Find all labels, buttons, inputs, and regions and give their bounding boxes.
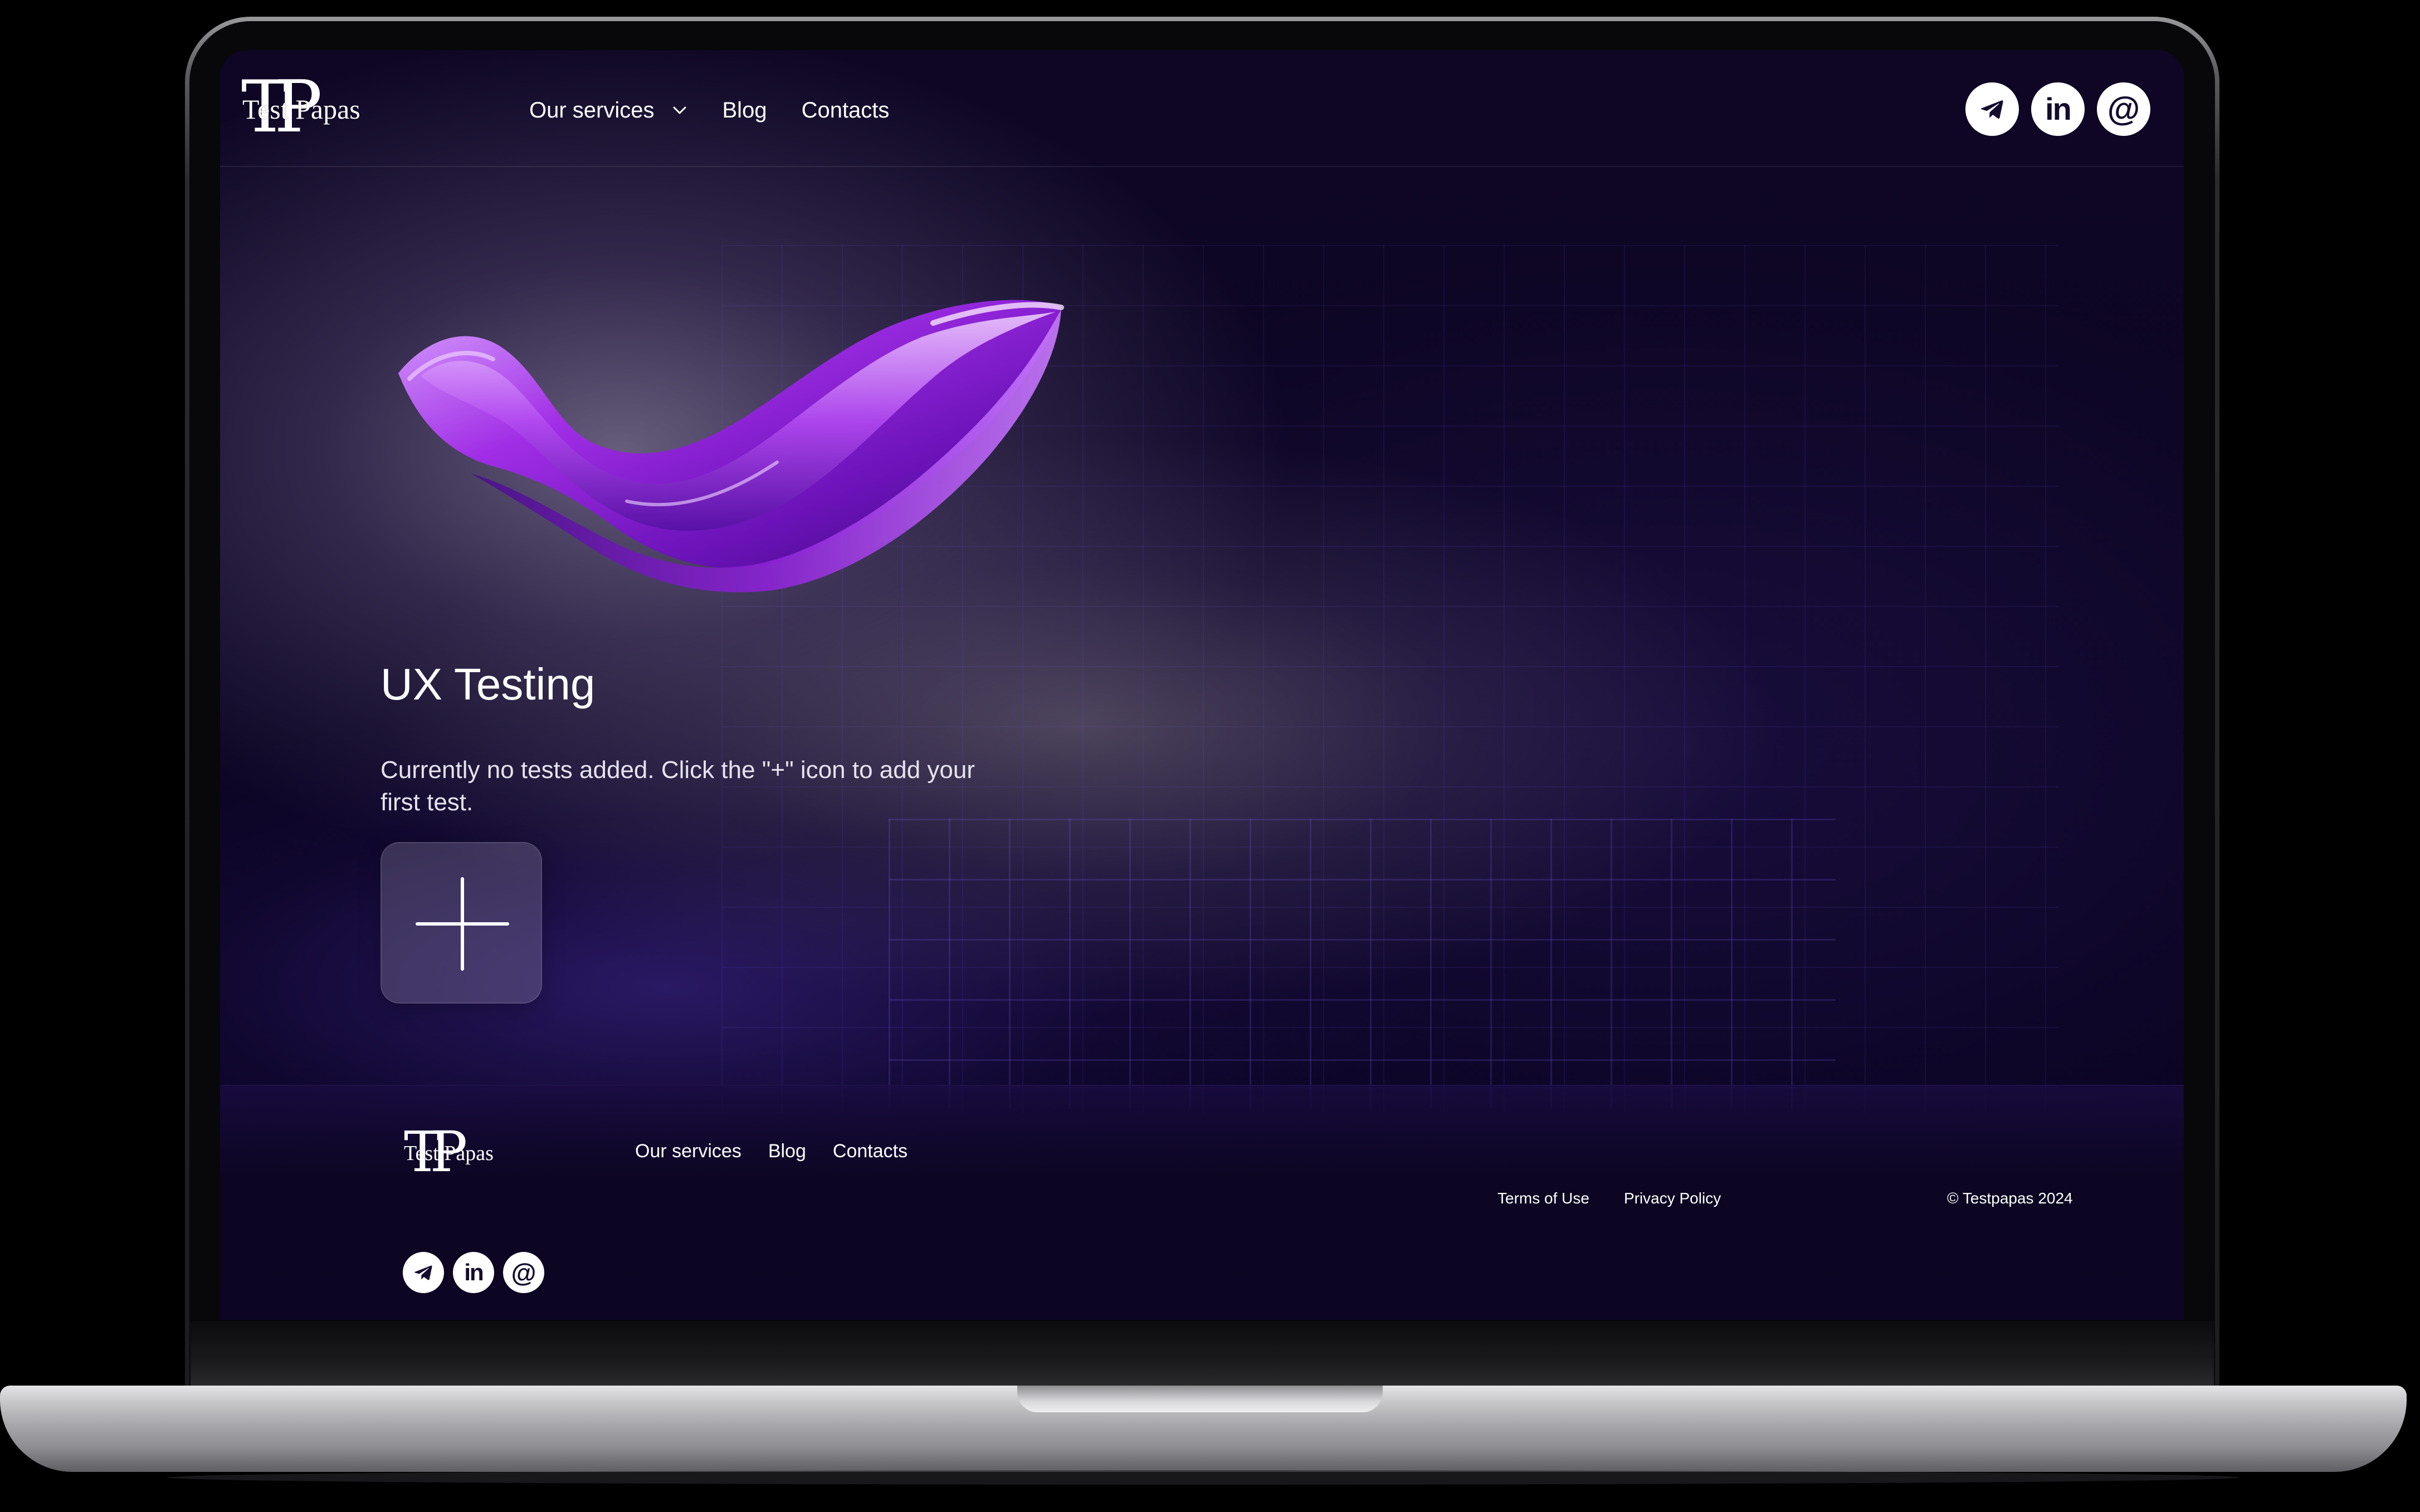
footer-nav-blog[interactable]: Blog bbox=[768, 1141, 806, 1162]
footer-linkedin-button[interactable]: in bbox=[453, 1252, 494, 1293]
linkedin-icon: in bbox=[2045, 91, 2072, 126]
site-footer: TP Test Papas Our services Blog Contacts… bbox=[220, 1085, 2184, 1320]
telegram-icon bbox=[1980, 100, 2003, 119]
add-test-button[interactable] bbox=[380, 842, 542, 1004]
telegram-icon bbox=[414, 1265, 432, 1280]
email-at-icon: @ bbox=[511, 1258, 536, 1287]
footer-nav-contacts[interactable]: Contacts bbox=[833, 1141, 908, 1162]
footer-email-button[interactable]: @ bbox=[503, 1252, 544, 1293]
background-grid-glow bbox=[889, 819, 1836, 1108]
email-button[interactable]: @ bbox=[2097, 82, 2150, 136]
nav-contacts[interactable]: Contacts bbox=[802, 98, 890, 123]
footer-logo[interactable]: TP Test Papas bbox=[404, 1124, 499, 1181]
hero-ribbon-image bbox=[398, 300, 1064, 593]
footer-nav-our-services[interactable]: Our services bbox=[635, 1141, 741, 1162]
linkedin-button[interactable]: in bbox=[2031, 82, 2085, 136]
site-header: TP Test Papas Our services Blog Contacts… bbox=[220, 50, 2184, 167]
screen: TP Test Papas Our services Blog Contacts… bbox=[220, 50, 2184, 1320]
footer-logo-wordmark: Test Papas bbox=[404, 1142, 494, 1165]
page-title: UX Testing bbox=[380, 659, 596, 709]
linkedin-icon: in bbox=[464, 1259, 484, 1285]
logo-wordmark: Test Papas bbox=[242, 94, 360, 125]
footer-nav: Our services Blog Contacts bbox=[635, 1141, 934, 1162]
header-logo[interactable]: TP Test Papas bbox=[241, 71, 360, 144]
chevron-down-icon bbox=[673, 106, 686, 114]
nav-blog[interactable]: Blog bbox=[723, 98, 767, 123]
laptop-shadow bbox=[167, 1470, 2240, 1485]
laptop-base bbox=[0, 1386, 2407, 1472]
terms-of-use-link[interactable]: Terms of Use bbox=[1497, 1190, 1589, 1207]
nav-our-services-label: Our services bbox=[529, 97, 655, 123]
legal-links: Terms of Use Privacy Policy bbox=[1497, 1190, 1755, 1207]
plus-icon bbox=[416, 877, 509, 971]
header-social-links: in @ bbox=[1953, 82, 2150, 136]
privacy-policy-link[interactable]: Privacy Policy bbox=[1624, 1190, 1721, 1207]
email-at-icon: @ bbox=[2107, 90, 2140, 128]
laptop-bottom-bezel bbox=[191, 1321, 2214, 1388]
copyright: © Testpapas 2024 bbox=[1947, 1190, 2073, 1207]
nav-our-services[interactable]: Our services bbox=[529, 98, 688, 123]
footer-social-links: in @ bbox=[403, 1252, 553, 1293]
empty-state-message: Currently no tests added. Click the "+" … bbox=[380, 756, 975, 816]
telegram-button[interactable] bbox=[1965, 82, 2019, 136]
main-nav: Our services Blog Contacts bbox=[529, 94, 924, 127]
laptop-notch bbox=[1017, 1386, 1383, 1412]
footer-telegram-button[interactable] bbox=[403, 1252, 444, 1293]
